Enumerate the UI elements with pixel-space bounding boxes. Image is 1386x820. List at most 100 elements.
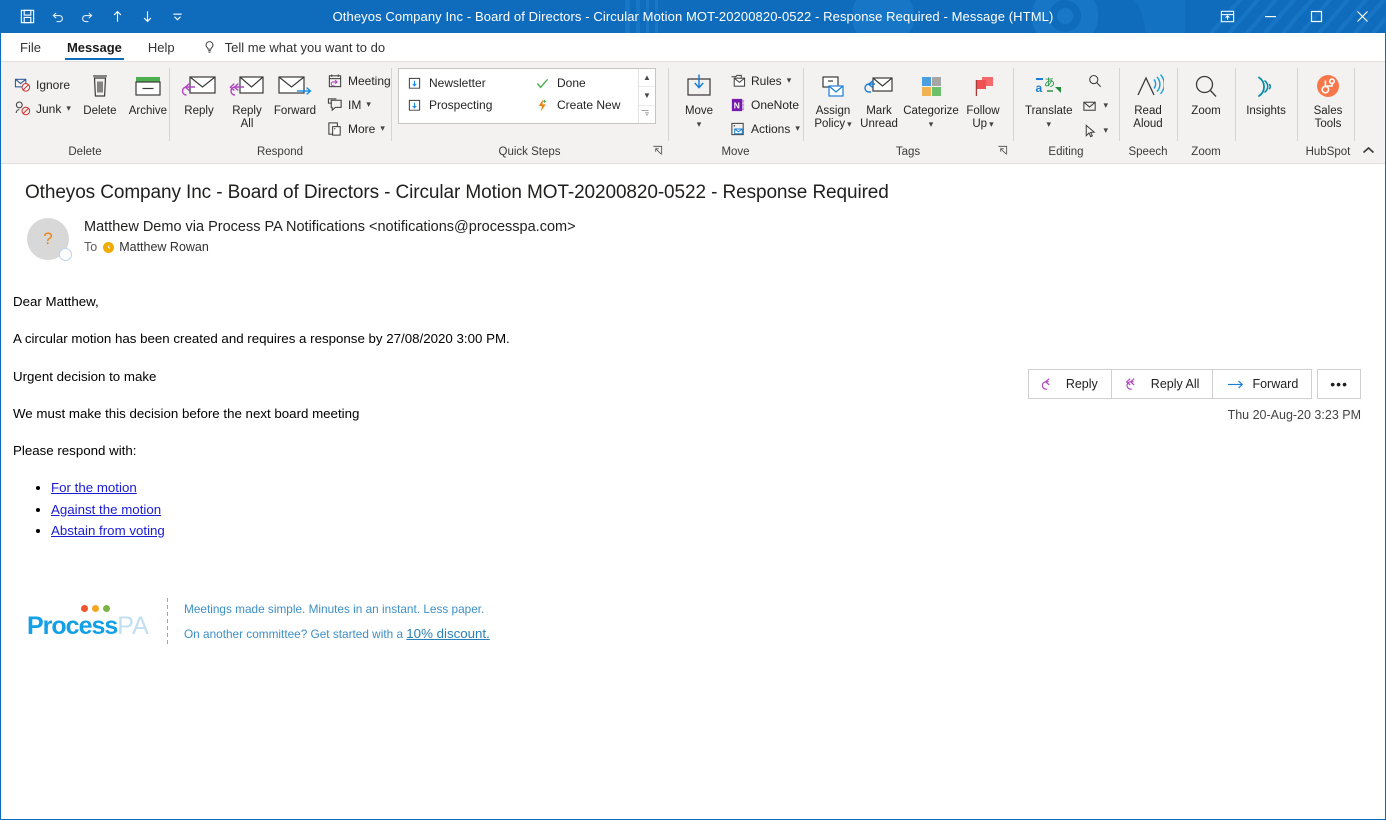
meeting-button[interactable]: Meeting — [322, 70, 395, 91]
vote-abstain-link[interactable]: Abstain from voting — [51, 523, 165, 538]
find-button[interactable] — [1077, 70, 1112, 91]
tab-message[interactable]: Message — [54, 33, 135, 61]
ribbon-group-editing: a あ Translate ▾ — [1013, 62, 1119, 163]
chevron-down-icon: ▾ — [1103, 100, 1108, 111]
follow-up-button[interactable]: Follow Up ▾ — [960, 68, 1006, 131]
quick-step-newsletter[interactable]: Newsletter — [401, 72, 529, 94]
ignore-button[interactable]: Ignore — [10, 74, 75, 95]
next-item-icon[interactable] — [133, 4, 161, 30]
onenote-button[interactable]: N OneNote — [725, 94, 804, 115]
recipient-chip[interactable]: Matthew Rowan — [103, 240, 209, 254]
sales-tools-button[interactable]: Sales Tools — [1305, 68, 1351, 131]
categorize-button[interactable]: Categorize ▾ — [902, 68, 960, 131]
vote-for-the-motion-link[interactable]: For the motion — [51, 480, 137, 495]
tab-help[interactable]: Help — [135, 33, 188, 61]
quick-step-newsletter-label: Newsletter — [429, 76, 486, 90]
related-mail-button[interactable]: ▾ — [1077, 95, 1112, 116]
ribbon-group-insights: Insights — [1235, 62, 1297, 163]
more-respond-button[interactable]: More ▾ — [322, 118, 395, 139]
quick-step-create-new[interactable]: Create New — [529, 94, 649, 116]
scroll-down-icon[interactable]: ▼ — [639, 86, 655, 104]
categorize-label: Categorize — [903, 105, 959, 118]
collapse-ribbon-button[interactable] — [1357, 141, 1379, 159]
ribbon-group-label-editing: Editing — [1013, 141, 1119, 163]
save-icon[interactable] — [13, 4, 41, 30]
reading-pane: Otheyos Company Inc - Board of Directors… — [1, 163, 1385, 819]
reply-all-action-button[interactable]: Reply All — [1111, 369, 1214, 399]
close-button[interactable] — [1339, 0, 1385, 33]
undo-icon[interactable] — [43, 4, 71, 30]
vote-against-the-motion-link[interactable]: Against the motion — [51, 502, 161, 517]
insights-label: Insights — [1246, 105, 1286, 118]
reply-action-button[interactable]: Reply — [1028, 369, 1112, 399]
reply-button[interactable]: Reply — [176, 68, 222, 118]
insights-button[interactable]: Insights — [1242, 68, 1290, 118]
message-timestamp: Thu 20-Aug-20 3:23 PM — [1228, 408, 1361, 422]
minimize-button[interactable] — [1247, 0, 1293, 33]
zoom-button[interactable]: Zoom — [1183, 68, 1229, 118]
translate-button[interactable]: a あ Translate ▾ — [1020, 68, 1077, 131]
tell-me-search[interactable]: Tell me what you want to do — [188, 33, 385, 61]
mark-unread-label2: Unread — [860, 118, 898, 131]
quick-steps-scrollbar[interactable]: ▲ ▼ ▿— — [638, 69, 655, 123]
read-aloud-button[interactable]: Read Aloud — [1125, 68, 1171, 131]
more-actions-button[interactable]: ••• — [1317, 369, 1361, 399]
ribbon-display-options-icon[interactable] — [1207, 0, 1247, 33]
previous-item-icon[interactable] — [103, 4, 131, 30]
customize-quick-access-toolbar-icon[interactable] — [163, 4, 191, 30]
svg-text:あ: あ — [1044, 76, 1055, 89]
forward-action-button[interactable]: Forward — [1212, 369, 1312, 399]
archive-button[interactable]: Archive — [125, 68, 171, 118]
im-icon — [326, 96, 343, 113]
ignore-label: Ignore — [36, 78, 70, 92]
junk-button[interactable]: Junk ▾ — [10, 98, 75, 119]
assign-policy-button[interactable]: Assign Policy ▾ — [810, 68, 856, 131]
signature-promo: On another committee? Get started with a… — [184, 621, 490, 646]
create-new-quickstep-icon — [534, 97, 551, 114]
quick-step-done[interactable]: Done — [529, 72, 649, 94]
ribbon-tab-strip[interactable]: File Message Help Tell me what you want … — [1, 33, 1385, 61]
message-action-bar[interactable]: Reply Reply All Forward — [1029, 369, 1361, 399]
sales-tools-label: Sales — [1314, 105, 1343, 118]
ribbon-group-label-respond: Respond — [169, 141, 391, 163]
window-title: Otheyos Company Inc - Board of Directors… — [1, 0, 1385, 33]
reply-all-button[interactable]: Reply All — [224, 68, 270, 131]
lightbulb-icon — [202, 39, 218, 55]
signature-text: Meetings made simple. Minutes in an inst… — [184, 598, 490, 646]
translate-label: Translate — [1025, 105, 1073, 118]
quick-step-done-label: Done — [557, 76, 586, 90]
select-button[interactable]: ▾ — [1077, 120, 1112, 141]
actions-icon — [729, 120, 746, 137]
translate-icon: a あ — [1033, 71, 1065, 103]
sender-name-and-address[interactable]: Matthew Demo via Process PA Notification… — [84, 219, 576, 235]
mark-unread-button[interactable]: Mark Unread — [856, 68, 902, 131]
delete-button[interactable]: Delete — [77, 68, 123, 118]
discount-link[interactable]: 10% discount. — [406, 626, 490, 641]
reply-all-action-label: Reply All — [1151, 377, 1200, 391]
quick-steps-more-icon[interactable]: ▿— — [639, 105, 655, 123]
redo-icon[interactable] — [73, 4, 101, 30]
onenote-label: OneNote — [751, 98, 799, 112]
rules-button[interactable]: Rules ▾ — [725, 70, 804, 91]
tags-dialog-launcher[interactable] — [997, 145, 1008, 156]
quick-access-toolbar[interactable] — [1, 4, 191, 30]
scroll-up-icon[interactable]: ▲ — [639, 69, 655, 86]
tab-file[interactable]: File — [7, 33, 54, 61]
maximize-button[interactable] — [1293, 0, 1339, 33]
actions-label: Actions — [751, 122, 790, 136]
avatar[interactable]: ? — [27, 218, 69, 260]
move-button[interactable]: Move ▾ — [675, 68, 723, 131]
body-paragraph-4: Please respond with: — [13, 443, 1361, 458]
quick-steps-gallery[interactable]: Newsletter Prospecting — [398, 68, 656, 124]
more-respond-icon — [326, 120, 343, 137]
ribbon-group-label-zoom: Zoom — [1177, 141, 1235, 163]
quick-step-prospecting[interactable]: Prospecting — [401, 94, 529, 116]
forward-button[interactable]: Forward — [272, 68, 318, 118]
quick-steps-dialog-launcher[interactable] — [652, 145, 663, 156]
im-button[interactable]: IM ▾ — [322, 94, 395, 115]
onenote-icon: N — [729, 96, 746, 113]
ribbon[interactable]: Ignore Junk ▾ — [1, 61, 1385, 163]
ribbon-group-hubspot: Sales Tools HubSpot — [1297, 62, 1359, 163]
window-controls[interactable] — [1207, 0, 1385, 33]
actions-button[interactable]: Actions ▾ — [725, 118, 804, 139]
